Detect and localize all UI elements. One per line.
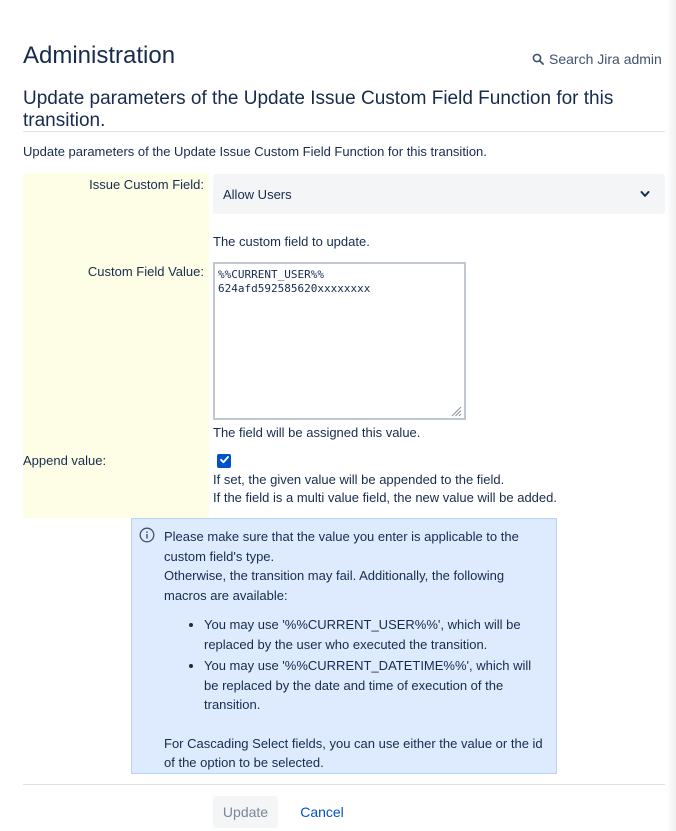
- custom-field-value-label: Custom Field Value:: [87, 264, 204, 279]
- append-value-help: If set, the given value will be appended…: [213, 471, 557, 507]
- macro-list: You may use '%%CURRENT_USER%%', which wi…: [164, 615, 544, 715]
- chevron-down-icon: [639, 188, 651, 203]
- check-icon: [219, 452, 230, 470]
- page-description: Update parameters of the Update Issue Cu…: [23, 144, 487, 159]
- macro-list-item: You may use '%%CURRENT_USER%%', which wi…: [204, 615, 544, 654]
- search-icon: [532, 53, 544, 65]
- append-value-checkbox[interactable]: [217, 454, 231, 468]
- info-message-body: Please make sure that the value you ente…: [164, 527, 544, 773]
- page-heading: Update parameters of the Update Issue Cu…: [23, 88, 614, 131]
- append-value-label: Append value:: [23, 453, 107, 468]
- search-jira-admin-link[interactable]: Search Jira admin: [532, 49, 662, 69]
- info-icon: [139, 527, 155, 549]
- info-intro-line-1: Please make sure that the value you ente…: [164, 529, 519, 564]
- append-value-help-line-2: If the field is a multi value field, the…: [213, 490, 557, 505]
- info-footer: For Cascading Select fields, you can use…: [164, 735, 543, 771]
- admin-title: Administration: [23, 42, 176, 69]
- info-intro-line-2: Otherwise, the transition may fail. Addi…: [164, 568, 505, 603]
- field-value-help: The field will be assigned this value.: [213, 425, 421, 440]
- custom-field-value-textarea[interactable]: %%CURRENT_USER%% 624afd592585620xxxxxxxx: [213, 262, 466, 420]
- append-value-help-line-1: If set, the given value will be appended…: [213, 472, 505, 487]
- issue-custom-field-selected-value: Allow Users: [223, 186, 292, 202]
- divider: [23, 131, 665, 132]
- macro-list-item: You may use '%%CURRENT_DATETIME%%', whic…: [204, 656, 544, 715]
- page-edge-shadow: [666, 0, 676, 831]
- resize-grip-icon[interactable]: [450, 404, 462, 422]
- search-jira-admin-label: Search Jira admin: [549, 51, 662, 67]
- update-button[interactable]: Update: [213, 796, 278, 828]
- cancel-link[interactable]: Cancel: [294, 796, 350, 828]
- issue-custom-field-label: Issue Custom Field:: [89, 177, 204, 192]
- divider: [23, 784, 665, 785]
- custom-field-help: The custom field to update.: [213, 234, 370, 249]
- issue-custom-field-select[interactable]: Allow Users: [213, 174, 665, 214]
- info-message: Please make sure that the value you ente…: [131, 518, 557, 774]
